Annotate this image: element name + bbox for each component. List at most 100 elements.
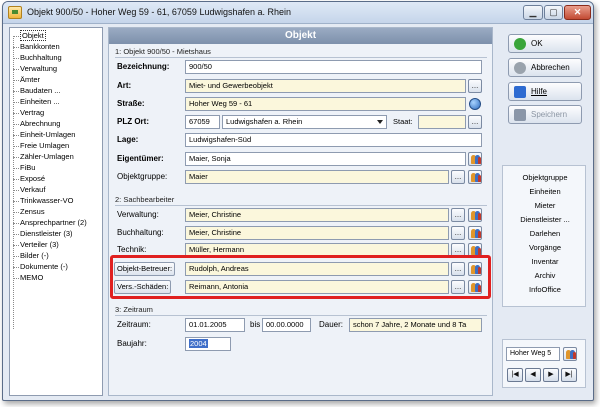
section-divider	[115, 205, 487, 206]
close-button[interactable]: ✕	[564, 5, 591, 20]
baujahr-label: Baujahr:	[117, 339, 147, 348]
people-icon[interactable]	[468, 280, 482, 294]
minimize-button[interactable]: ▁	[523, 5, 543, 20]
verwaltung-field[interactable]: Meier, Christine	[185, 208, 449, 222]
lage-field[interactable]: Ludwigshafen-Süd	[185, 133, 482, 147]
people-icon[interactable]	[468, 262, 482, 276]
tree-item-bankkonten[interactable]: Bankkonten	[13, 42, 60, 52]
tree-item-verkauf[interactable]: Verkauf	[12, 185, 45, 195]
section-sachbearbeiter-title: 2: Sachbearbeiter	[115, 195, 175, 204]
zeitraum-from-field[interactable]: 01.01.2005	[185, 318, 245, 332]
tree-item-verteiler[interactable]: Verteiler (3)	[13, 240, 59, 250]
nav-archiv[interactable]: Archiv	[503, 270, 587, 281]
tree-item-vertrag[interactable]: Vertrag	[12, 108, 44, 118]
people-icon[interactable]	[468, 226, 482, 240]
strasse-field[interactable]: Hoher Weg 59 - 61	[185, 97, 466, 111]
nav-mieter[interactable]: Mieter	[503, 200, 587, 211]
eigentuemer-label: Eigentümer:	[117, 154, 164, 163]
schaeden-ellipsis-button[interactable]: ...	[451, 280, 465, 294]
tree-item-fibu[interactable]: FiBu	[12, 163, 35, 173]
minimize-icon: ▁	[529, 7, 537, 17]
tree-item-dokumente[interactable]: Dokumente (-)	[13, 262, 68, 272]
objekt-betreuer-button[interactable]: Objekt-Betreuer:	[114, 262, 176, 276]
betreuer-ellipsis-button[interactable]: ...	[451, 262, 465, 276]
current-record-field[interactable]: Hoher Weg 5	[506, 347, 560, 361]
people-icon[interactable]	[468, 170, 482, 184]
art-ellipsis-button[interactable]: ...	[468, 79, 482, 93]
nav-infooffice[interactable]: InfoOffice	[503, 284, 587, 295]
tree-item-aemter[interactable]: Ämter	[12, 75, 40, 85]
people-icon[interactable]	[468, 208, 482, 222]
plz-ort-label: PLZ Ort:	[117, 117, 149, 126]
eigentuemer-field[interactable]: Maier, Sonja	[185, 152, 466, 166]
tree-item-baudaten[interactable]: Baudaten ...	[12, 86, 60, 96]
prev-record-button[interactable]: ◀	[525, 368, 541, 382]
app-icon	[8, 6, 22, 19]
staat-ellipsis-button[interactable]: ...	[468, 115, 482, 129]
maximize-button[interactable]: ▢	[544, 5, 563, 20]
speichern-button[interactable]: Speichern	[508, 105, 582, 124]
ok-button[interactable]: OK	[508, 34, 582, 53]
objektgruppe-label: Objektgruppe:	[117, 172, 168, 181]
strasse-label: Straße:	[117, 99, 145, 108]
baujahr-field[interactable]: 2004	[185, 337, 231, 351]
tree-item-einheit-umlagen[interactable]: Einheit-Umlagen	[12, 130, 75, 140]
staat-field[interactable]	[418, 115, 466, 129]
tree-item-einheiten[interactable]: Einheiten ...	[13, 97, 60, 107]
verwaltung-ellipsis-button[interactable]: ...	[451, 208, 465, 222]
ort-dropdown[interactable]: Ludwigshafen a. Rhein	[222, 115, 387, 129]
tree-item-bilder[interactable]: Bilder (-)	[13, 251, 49, 261]
related-nav-panel: Objektgruppe Einheiten Mieter Dienstleis…	[502, 165, 586, 307]
zeitraum-to-field[interactable]: 00.00.0000	[262, 318, 311, 332]
buchhaltung-field[interactable]: Meier, Christine	[185, 226, 449, 240]
last-record-button[interactable]: ▶|	[561, 368, 577, 382]
tree-item-trinkwasser[interactable]: Trinkwasser-VO	[12, 196, 73, 206]
nav-inventar[interactable]: Inventar	[503, 256, 587, 267]
lage-label: Lage:	[117, 135, 139, 144]
plz-field[interactable]: 67059	[185, 115, 220, 129]
tree-item-ansprechpartner[interactable]: Ansprechpartner (2)	[13, 218, 87, 228]
tree-item-dienstleister[interactable]: Dienstleister (3)	[13, 229, 73, 239]
tree-item-zensus[interactable]: Zensus	[13, 207, 45, 217]
buchhaltung-ellipsis-button[interactable]: ...	[451, 226, 465, 240]
bezeichnung-label: Bezeichnung:	[117, 62, 170, 71]
hilfe-button[interactable]: Hilfe	[508, 82, 582, 101]
people-icon[interactable]	[563, 347, 577, 361]
art-field[interactable]: Miet- und Gewerbeobjekt	[185, 79, 466, 93]
tree-item-freie-umlagen[interactable]: Freie Umlagen	[12, 141, 69, 151]
zeitraum-label: Zeitraum:	[117, 320, 151, 329]
nav-einheiten[interactable]: Einheiten	[503, 186, 587, 197]
dauer-label: Dauer:	[319, 320, 344, 329]
abbrechen-label: Abbrechen	[531, 63, 570, 72]
nav-objektgruppe[interactable]: Objektgruppe	[503, 172, 587, 183]
tree-item-verwaltung[interactable]: Verwaltung	[12, 64, 57, 74]
abbrechen-button[interactable]: Abbrechen	[508, 58, 582, 77]
section-zeitraum-title: 3: Zeitraum	[115, 305, 153, 314]
tree-item-objekt[interactable]: Objekt	[13, 30, 46, 41]
nav-dienstleister[interactable]: Dienstleister ...	[503, 214, 587, 225]
next-record-button[interactable]: ▶	[543, 368, 559, 382]
globe-icon[interactable]	[469, 98, 481, 110]
nav-darlehen[interactable]: Darlehen	[503, 228, 587, 239]
tree-item-abrechnung[interactable]: Abrechnung	[12, 119, 60, 129]
vers-schaeden-button[interactable]: Vers.-Schäden:	[114, 280, 172, 294]
objektgruppe-ellipsis-button[interactable]: ...	[451, 170, 465, 184]
tree-item-expose[interactable]: Exposé	[12, 174, 45, 184]
bis-label: bis	[250, 320, 261, 329]
nav-vorgaenge[interactable]: Vorgänge	[503, 242, 587, 253]
objektgruppe-field[interactable]: Maier	[185, 170, 449, 184]
vers-schaeden-field[interactable]: Reimann, Antonia	[185, 280, 449, 294]
dauer-field: schon 7 Jahre, 2 Monate und 8 Ta	[349, 318, 482, 332]
speichern-label: Speichern	[531, 110, 568, 119]
tree-item-buchhaltung[interactable]: Buchhaltung	[13, 53, 62, 63]
people-icon[interactable]	[468, 152, 482, 166]
first-record-button[interactable]: |◀	[507, 368, 523, 382]
tree-item-zaehler-umlagen[interactable]: Zähler-Umlagen	[13, 152, 74, 162]
bezeichnung-field[interactable]: 900/50	[185, 60, 482, 74]
window-title: Objekt 900/50 - Hoher Weg 59 - 61, 67059…	[27, 7, 292, 17]
hilfe-label: Hilfe	[531, 87, 548, 96]
title-bar: Objekt 900/50 - Hoher Weg 59 - 61, 67059…	[3, 2, 593, 24]
objekt-betreuer-field[interactable]: Rudolph, Andreas	[185, 262, 449, 276]
buchhaltung-label: Buchhaltung:	[117, 228, 164, 237]
tree-item-memo[interactable]: MEMO	[12, 273, 43, 283]
